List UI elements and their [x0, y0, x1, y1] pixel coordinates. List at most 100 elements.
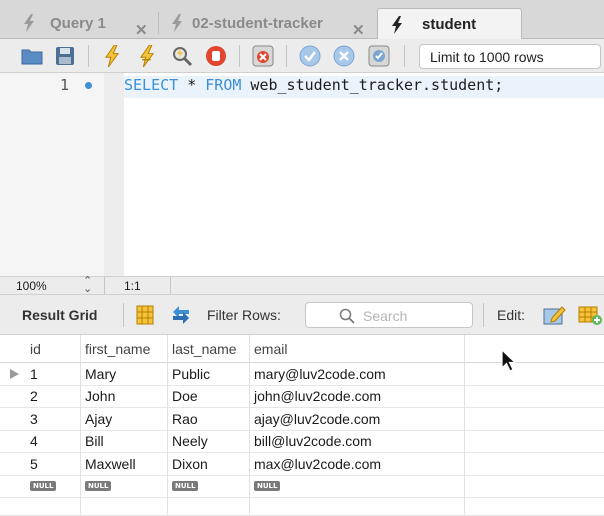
cell-id[interactable]: 4	[26, 430, 81, 453]
status-divider	[170, 277, 171, 295]
tab-student-tracker[interactable]: 02-student-tracker	[170, 7, 323, 39]
cell-id[interactable]: 1	[26, 363, 81, 386]
row-marker[interactable]	[0, 431, 26, 453]
cell-first-name[interactable]: Ajay	[81, 408, 168, 431]
tab-query-1[interactable]: Query 1	[22, 7, 106, 39]
cell-email[interactable]: mary@luv2code.com	[250, 363, 465, 386]
code-star: *	[178, 76, 206, 94]
table-row[interactable]: 4 Bill Neely bill@luv2code.com	[0, 430, 604, 453]
cell-id-null[interactable]: NULL	[26, 475, 81, 498]
zoom-stepper-icon[interactable]: ⌃ ⌄	[83, 276, 92, 295]
cell-first-name[interactable]: Maxwell	[81, 453, 168, 476]
sql-editor[interactable]: 1 SELECT * FROM web_student_tracker.stud…	[0, 73, 604, 276]
cell-email-null[interactable]: NULL	[250, 475, 465, 498]
edit-row-icon[interactable]	[543, 303, 567, 327]
column-header-email[interactable]: email	[250, 335, 465, 363]
cell-first-name-null[interactable]: NULL	[81, 475, 168, 498]
cell-last-name[interactable]: Doe	[168, 385, 250, 408]
current-row-arrow-icon	[10, 369, 19, 379]
cell-first-name[interactable]: Bill	[81, 430, 168, 453]
column-header-id[interactable]: id	[26, 335, 81, 363]
refresh-icon[interactable]	[169, 303, 193, 327]
cell-email[interactable]: ajay@luv2code.com	[250, 408, 465, 431]
search-icon	[339, 308, 355, 324]
autocommit-icon[interactable]	[367, 44, 391, 68]
filter-search-input[interactable]: Search	[305, 302, 473, 328]
cell-last-name-null[interactable]: NULL	[168, 475, 250, 498]
cell-empty	[465, 453, 604, 476]
mouse-pointer-icon	[501, 349, 517, 372]
cell-empty	[465, 386, 604, 408]
column-header-last-name[interactable]: last_name	[168, 335, 250, 363]
lightning-icon	[392, 15, 402, 34]
edit-label: Edit:	[497, 307, 526, 323]
table-row[interactable]: 2 John Doe john@luv2code.com	[0, 385, 604, 408]
toolbar-divider	[88, 45, 89, 67]
cursor-position: 1:1	[124, 279, 141, 293]
row-marker[interactable]	[0, 476, 26, 498]
stop-icon[interactable]	[204, 44, 228, 68]
row-marker[interactable]	[0, 363, 26, 386]
tab-divider	[158, 12, 159, 34]
lightning-icon	[24, 14, 34, 32]
toolbar-divider	[483, 303, 484, 327]
limit-rows-select[interactable]: Limit to 1000 rows	[419, 44, 601, 69]
tab-bar: Query 1 ✕ 02-student-tracker ✕ student	[0, 0, 604, 40]
column-header-empty	[465, 335, 604, 363]
cell-first-name[interactable]: Mary	[81, 363, 168, 386]
cell-id[interactable]: 5	[26, 453, 81, 476]
fold-margin	[104, 73, 124, 276]
cell-empty	[250, 498, 465, 516]
search-placeholder: Search	[363, 308, 408, 324]
code-line[interactable]: SELECT * FROM web_student_tracker.studen…	[124, 76, 604, 98]
row-marker[interactable]	[0, 453, 26, 476]
cell-last-name[interactable]: Public	[168, 363, 250, 386]
cell-email[interactable]: john@luv2code.com	[250, 385, 465, 408]
row-marker[interactable]	[0, 386, 26, 408]
table-row-empty	[0, 498, 604, 516]
null-badge: NULL	[172, 481, 199, 492]
editor-status-bar: 100% ⌃ ⌄ 1:1	[0, 276, 604, 295]
row-marker[interactable]	[0, 408, 26, 431]
row-marker-header	[0, 335, 26, 363]
commit-icon[interactable]	[298, 44, 322, 68]
toolbar-divider	[286, 45, 287, 67]
execute-current-icon[interactable]	[135, 44, 159, 68]
cell-id[interactable]: 3	[26, 408, 81, 431]
table-row[interactable]: 5 Maxwell Dixon max@luv2code.com	[0, 453, 604, 476]
table-row[interactable]: 3 Ajay Rao ajay@luv2code.com	[0, 408, 604, 431]
cell-last-name[interactable]: Rao	[168, 408, 250, 431]
toggle-error-icon[interactable]	[251, 44, 275, 68]
cell-empty	[465, 498, 604, 516]
grid-layout-icon[interactable]	[133, 303, 157, 327]
add-row-icon[interactable]	[578, 303, 602, 327]
rollback-icon[interactable]	[332, 44, 356, 68]
tab-student[interactable]: student	[377, 8, 522, 40]
cell-empty	[465, 431, 604, 453]
explain-icon[interactable]	[170, 44, 194, 68]
cell-empty	[26, 498, 81, 516]
result-grid-label[interactable]: Result Grid	[22, 307, 97, 323]
toolbar-divider	[123, 303, 124, 327]
filter-rows-label: Filter Rows:	[207, 307, 281, 323]
tab-label: 02-student-tracker	[192, 14, 323, 32]
null-badge: NULL	[30, 481, 57, 492]
new-row[interactable]: NULL NULL NULL NULL	[0, 475, 604, 498]
tab-label: Query 1	[50, 14, 106, 32]
zoom-level[interactable]: 100%	[16, 279, 47, 293]
query-toolbar: Limit to 1000 rows	[0, 39, 604, 73]
cell-id[interactable]: 2	[26, 385, 81, 408]
cell-email[interactable]: max@luv2code.com	[250, 453, 465, 476]
code-table-name: web_student_tracker.student;	[241, 76, 504, 94]
cell-empty	[81, 498, 168, 516]
column-header-first-name[interactable]: first_name	[81, 335, 168, 363]
cell-first-name[interactable]: John	[81, 385, 168, 408]
save-icon[interactable]	[53, 44, 77, 68]
cell-last-name[interactable]: Dixon	[168, 453, 250, 476]
open-folder-icon[interactable]	[20, 44, 44, 68]
cell-email[interactable]: bill@luv2code.com	[250, 430, 465, 453]
cell-last-name[interactable]: Neely	[168, 430, 250, 453]
cell-empty	[465, 476, 604, 498]
toolbar-divider	[404, 45, 405, 67]
execute-icon[interactable]	[100, 44, 124, 68]
